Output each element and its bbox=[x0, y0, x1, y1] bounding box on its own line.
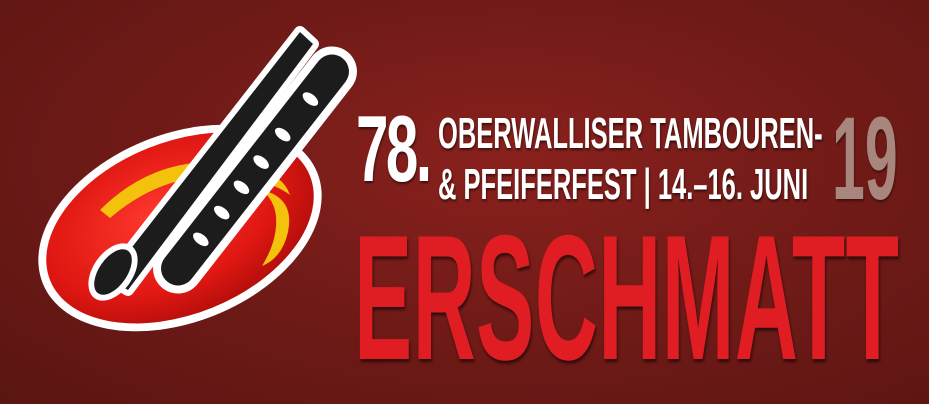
event-title-line-1: OBERWALLISER TAMBOUREN- bbox=[438, 109, 823, 158]
edition-number: 78. bbox=[356, 96, 432, 201]
event-banner: 78. OBERWALLISER TAMBOUREN- & PFEIFERFES… bbox=[0, 0, 929, 404]
place-name: ERSCHMATT bbox=[354, 198, 900, 397]
